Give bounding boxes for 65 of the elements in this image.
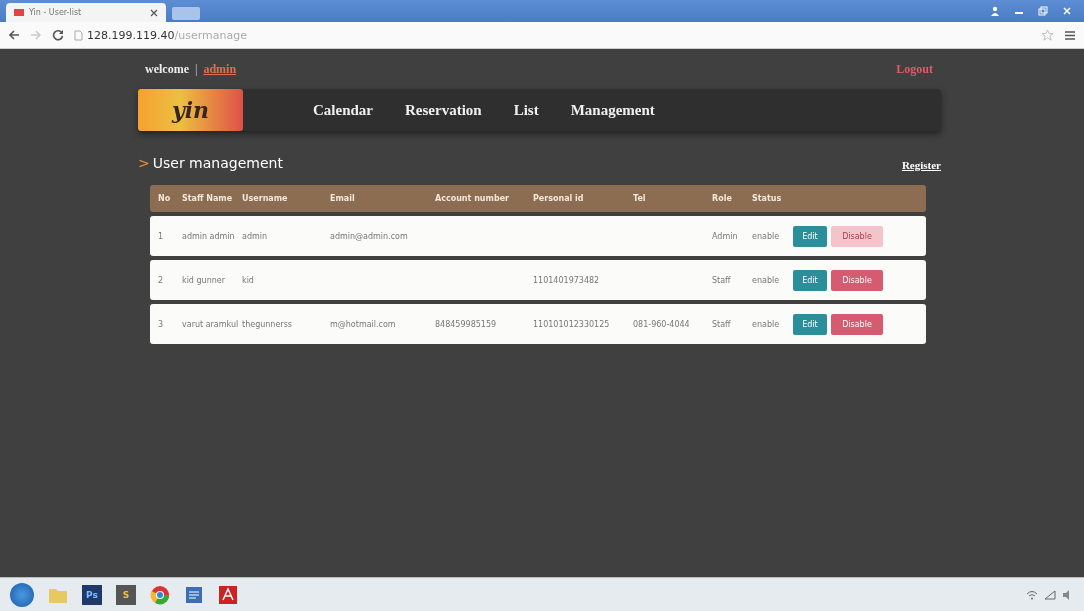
chevron-marker-text: > bbox=[138, 155, 150, 171]
wifi-icon bbox=[1026, 589, 1038, 600]
start-button[interactable] bbox=[10, 582, 34, 607]
table-cell-text: 2 bbox=[158, 275, 165, 285]
table-cell-text: 848459985159 bbox=[435, 319, 498, 329]
table-cell-text: admin bbox=[242, 231, 269, 241]
table-cell-text: enable bbox=[752, 275, 781, 285]
app-taskbar-icon[interactable]: Ps bbox=[82, 584, 102, 605]
column-header: Email bbox=[330, 194, 356, 203]
pdf-icon[interactable] bbox=[218, 584, 238, 605]
table-cell-text: 110101012330125 bbox=[533, 319, 611, 329]
reload-icon[interactable] bbox=[52, 29, 64, 41]
document-icon[interactable] bbox=[184, 584, 204, 605]
table-cell-text: varut aramkul bbox=[182, 319, 240, 329]
table-cell-text: m@hotmail.com bbox=[330, 319, 397, 329]
column-header: Staff Name bbox=[182, 194, 234, 203]
nav-link[interactable]: Calendar bbox=[313, 101, 373, 119]
page-title: User management bbox=[152, 155, 283, 171]
browser-tab[interactable]: Yin - User-list bbox=[6, 3, 166, 22]
close-icon[interactable] bbox=[150, 8, 158, 17]
table-cell-text: enable bbox=[752, 231, 781, 241]
column-header: Account number bbox=[435, 194, 510, 203]
edit-button[interactable]: Edit bbox=[793, 225, 827, 247]
table-cell-text: kid gunner bbox=[182, 275, 226, 285]
disable-button[interactable]: Disable bbox=[831, 313, 883, 335]
table-cell-text: Staff bbox=[712, 319, 732, 329]
table-cell-text: admin admin bbox=[182, 231, 236, 241]
browser-icon[interactable] bbox=[150, 584, 170, 605]
separator-text: | bbox=[195, 61, 198, 77]
nav-link[interactable]: List bbox=[513, 101, 539, 119]
table-cell-text: Staff bbox=[712, 275, 732, 285]
edit-button[interactable]: Edit bbox=[793, 269, 827, 291]
column-header: Tel bbox=[633, 194, 647, 203]
back-arrow-icon[interactable] bbox=[8, 29, 20, 41]
star-icon[interactable] bbox=[1041, 28, 1054, 42]
table-cell-text: thegunnerss bbox=[242, 319, 293, 329]
site-favicon-icon bbox=[14, 9, 24, 16]
logo[interactable]: yin bbox=[138, 89, 243, 131]
column-header: Status bbox=[752, 194, 783, 203]
nav-link[interactable]: Management bbox=[570, 101, 655, 119]
logout-link[interactable]: Logout bbox=[896, 61, 933, 77]
table-cell-text: 1101401973482 bbox=[533, 275, 601, 285]
edit-button[interactable]: Edit bbox=[793, 313, 827, 335]
username-link[interactable]: admin bbox=[203, 61, 237, 77]
restore-icon[interactable] bbox=[1038, 6, 1048, 16]
column-header: Personal id bbox=[533, 194, 585, 203]
nav-link[interactable]: Reservation bbox=[405, 101, 482, 119]
table-cell-text: 1 bbox=[158, 231, 165, 241]
app-taskbar-icon[interactable]: S bbox=[116, 584, 136, 605]
table-cell-text: 3 bbox=[158, 319, 165, 329]
table-cell-text: enable bbox=[752, 319, 781, 329]
column-header: Username bbox=[242, 194, 289, 203]
disable-button[interactable]: Disable bbox=[831, 269, 883, 291]
user-icon[interactable] bbox=[990, 6, 1000, 16]
table-cell-text: admin@admin.com bbox=[330, 231, 409, 241]
table-cell-text: kid bbox=[242, 275, 255, 285]
page-icon bbox=[74, 29, 83, 41]
signal-icon bbox=[1044, 589, 1056, 600]
register-link[interactable]: Register bbox=[901, 159, 941, 171]
welcome-text: welcome bbox=[145, 61, 189, 77]
column-header: No bbox=[158, 194, 172, 203]
column-header: Role bbox=[712, 194, 733, 203]
table-cell-text: 081-960-4044 bbox=[633, 319, 691, 329]
menu-icon[interactable] bbox=[1064, 29, 1076, 41]
table-cell-text: Admin bbox=[712, 231, 739, 241]
